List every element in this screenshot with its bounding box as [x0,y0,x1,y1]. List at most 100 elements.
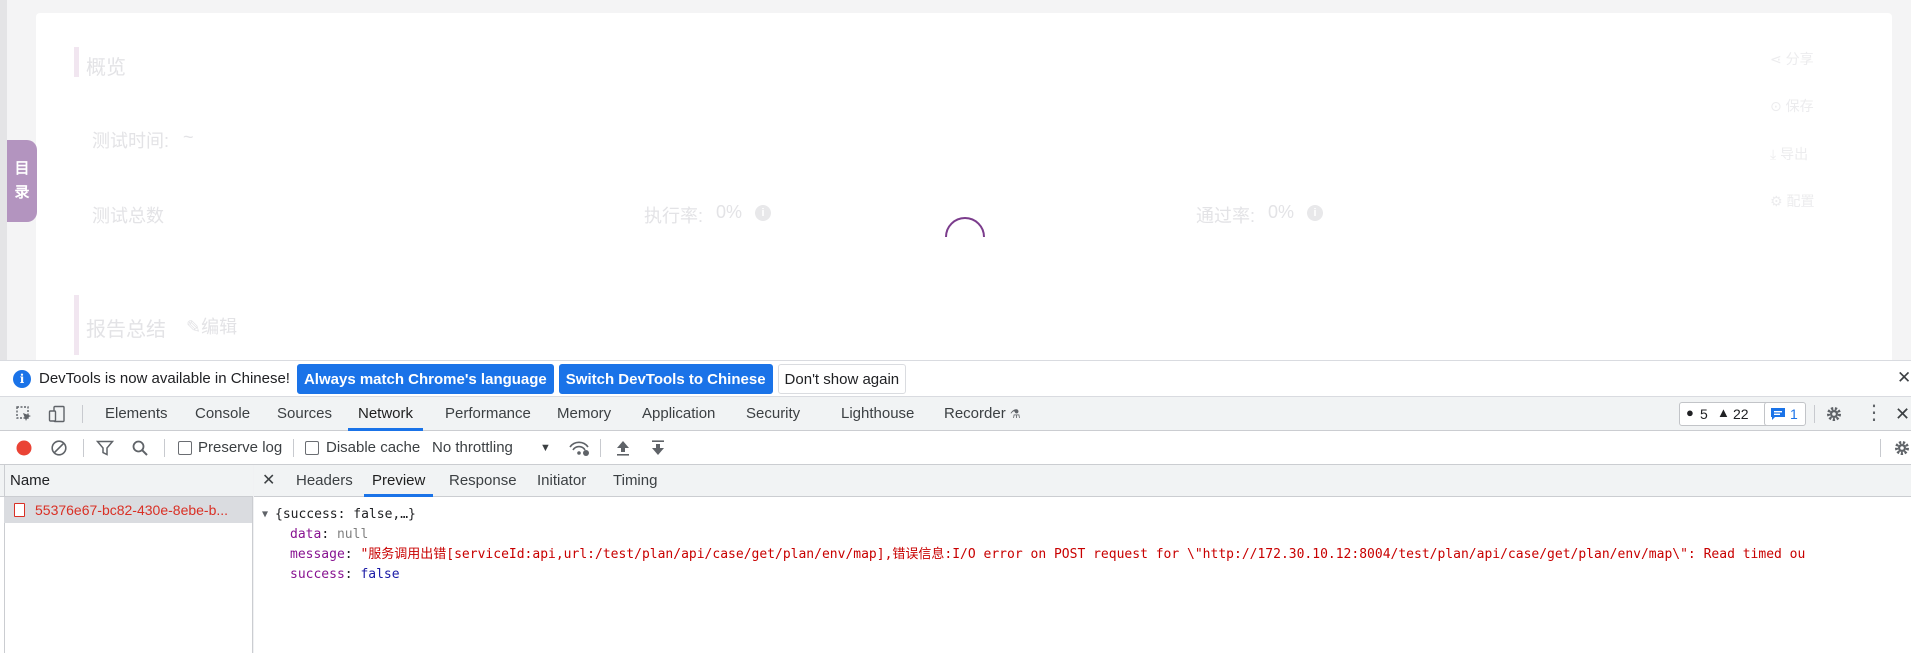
toolbar-separator [83,439,84,457]
exec-rate-value: 0% [716,202,743,222]
devtools-language-infobar: i DevTools is now available in Chinese! … [0,360,1911,397]
close-detail-icon[interactable]: ✕ [262,465,275,497]
tab-preview[interactable]: Preview [364,465,434,497]
toc-tab[interactable]: 目 录 [7,140,37,222]
edit-icon: ✎ [186,317,202,337]
preserve-log-checkbox[interactable] [178,441,192,455]
device-toolbar-icon[interactable] [48,405,66,423]
filter-icon[interactable] [96,439,114,457]
save-action[interactable]: ⊙ 保存 [1770,96,1814,116]
close-devtools-icon[interactable]: ✕ [1895,402,1911,424]
share-icon: ⋖ [1770,51,1786,67]
toolbar-separator [1880,439,1881,457]
json-value: false [360,567,400,582]
network-settings-gear-icon[interactable] [1893,439,1911,457]
flask-icon: ⚗ [1009,407,1021,421]
tab-console[interactable]: Console [195,397,250,431]
message-icon [1771,408,1785,420]
pass-rate-label: 通过率: [1196,206,1256,226]
export-icon: ⤓ [1770,146,1781,162]
loading-spinner-icon [945,217,985,238]
inspect-element-icon[interactable] [15,405,33,423]
expand-triangle-icon[interactable]: ▼ [262,505,268,525]
exec-rate-info-icon[interactable]: i [755,205,771,221]
tab-performance[interactable]: Performance [445,397,531,431]
more-options-icon[interactable]: ⋮ [1864,401,1884,424]
document-icon [14,503,25,517]
network-toolbar: Preserve log Disable cache No throttling… [0,431,1911,465]
tab-headers[interactable]: Headers [296,465,353,497]
warning-icon: ▲ [1717,405,1730,420]
preserve-log-label: Preserve log [198,439,283,456]
devtools-main-toolbar: Elements Console Sources Network Perform… [0,397,1911,431]
tab-lighthouse[interactable]: Lighthouse [841,397,914,431]
request-list: Name 55376e67-bc82-430e-8ebe-b... [0,465,253,653]
clear-icon[interactable] [50,439,68,457]
dont-show-again-button[interactable]: Don't show again [777,363,907,394]
tab-response[interactable]: Response [449,465,517,497]
pass-rate-info-icon[interactable]: i [1307,205,1323,221]
tab-network[interactable]: Network [348,397,424,431]
network-conditions-icon[interactable] [568,439,590,457]
disable-cache-label: Disable cache [326,439,421,456]
throttling-select[interactable]: No throttling [432,431,513,465]
toolbar-separator [293,439,294,457]
match-language-button[interactable]: Always match Chrome's language [296,363,554,394]
detail-tabs: ✕ Headers Preview Response Initiator Tim… [254,465,1911,497]
toolbar-separator [1814,405,1815,423]
export-har-icon[interactable] [649,439,667,457]
disable-cache-checkbox[interactable] [305,441,319,455]
test-total-label: 测试总数 [92,206,164,226]
json-value: "服务调用出错[serviceId:api,url:/test/plan/api… [360,547,1806,562]
overview-title: 概览 [86,57,126,79]
tab-recorder[interactable]: Recorder ⚗ [944,397,1021,431]
record-icon[interactable] [15,439,33,457]
json-root-row[interactable]: ▼ {success: false,…} [254,505,1911,525]
config-icon: ⚙ [1770,193,1787,209]
warning-count: 22 [1733,406,1749,422]
json-preview: ▼ {success: false,…} data: null message:… [254,505,1911,585]
section-bar [74,295,79,355]
request-detail-pane: ✕ Headers Preview Response Initiator Tim… [254,465,1911,653]
export-action[interactable]: ⤓ 导出 [1770,144,1808,164]
messages-counter[interactable]: 1 [1764,402,1806,426]
error-icon: ● [1686,405,1694,420]
toolbar-separator [600,439,601,457]
request-name: 55376e67-bc82-430e-8ebe-b... [35,502,229,518]
settings-gear-icon[interactable] [1825,405,1843,423]
tab-timing[interactable]: Timing [613,465,657,497]
tab-memory[interactable]: Memory [557,397,611,431]
pass-rate-value: 0% [1268,202,1295,222]
throttling-dropdown-icon[interactable]: ▼ [540,431,551,465]
tab-elements[interactable]: Elements [105,397,168,431]
save-icon: ⊙ [1770,98,1786,114]
search-icon[interactable] [131,439,149,457]
import-har-icon[interactable] [614,439,632,457]
tab-security[interactable]: Security [746,397,800,431]
json-key: message [290,547,345,562]
share-action[interactable]: ⋖ 分享 [1770,49,1814,69]
table-row[interactable]: 55376e67-bc82-430e-8ebe-b... [4,497,252,523]
report-card: 概览 测试时间: ~ 测试总数 执行率: 0% i 通过率: 0% i 报告总结… [36,13,1892,360]
json-key: data [290,527,322,542]
infobar-close-icon[interactable]: ✕ [1897,368,1911,388]
infobar-message: DevTools is now available in Chinese! [39,370,290,387]
json-property-row: data: null [290,527,369,542]
error-count: 5 [1700,406,1708,422]
json-key: success [290,567,345,582]
web-page: 概览 测试时间: ~ 测试总数 执行率: 0% i 通过率: 0% i 报告总结… [0,0,1911,360]
switch-to-chinese-button[interactable]: Switch DevTools to Chinese [558,363,773,394]
report-summary-title: 报告总结 [86,319,166,341]
tab-application[interactable]: Application [642,397,715,431]
column-divider [4,465,5,653]
issues-counter[interactable]: ● 5 ▲ 22 [1679,402,1769,426]
name-column-header[interactable]: Name [0,465,253,497]
json-property-row: success: false [290,567,400,582]
tab-initiator[interactable]: Initiator [537,465,586,497]
exec-rate-label: 执行率: [644,206,704,226]
toolbar-separator [82,405,83,423]
test-time-label: 测试时间: [92,131,170,151]
config-action[interactable]: ⚙ 配置 [1770,191,1814,211]
edit-link[interactable]: ✎编辑 [186,313,237,339]
tab-sources[interactable]: Sources [277,397,332,431]
